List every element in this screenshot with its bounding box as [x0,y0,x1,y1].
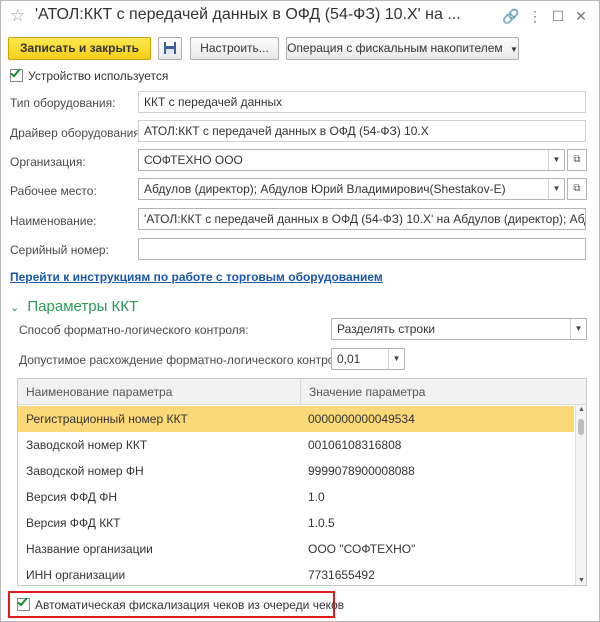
fiscal-operations-button[interactable]: Операция с фискальным накопителем ▼ [286,37,519,60]
flc-tolerance-value: 0,01 [337,352,361,366]
param-value: ООО "СОФТЕХНО" [308,542,416,556]
param-name: ИНН организации [26,568,126,582]
window-title: 'АТОЛ:ККТ с передачей данных в ОФД (54-Ф… [35,6,461,23]
organization-open-icon[interactable]: ⧉ [567,149,587,171]
organization-select[interactable]: СОФТЕХНО ООО ▼ [138,149,565,171]
table-row[interactable]: Регистрационный номер ККТ 00000000000495… [18,406,574,432]
favorite-star-icon[interactable]: ☆ [10,6,25,26]
save-button[interactable] [158,37,182,60]
device-form-window: ☆ 'АТОЛ:ККТ с передачей данных в ОФД (54… [0,0,600,622]
instructions-link[interactable]: Перейти к инструкциям по работе с торгов… [10,270,383,284]
serial-number-label: Серийный номер: [10,243,109,257]
flc-method-dropdown-arrow-icon[interactable]: ▼ [570,319,586,339]
more-menu-icon[interactable]: ⋮ [526,7,544,25]
organization-label: Организация: [10,155,86,169]
flc-method-label: Способ форматно-логического контроля: [19,323,249,337]
organization-value: СОФТЕХНО ООО [144,153,243,167]
maximize-icon[interactable]: ☐ [549,7,567,25]
scroll-up-icon[interactable]: ▲ [577,406,586,413]
table-row[interactable]: Заводской номер ККТ 00106108316808 [18,432,574,458]
device-in-use-checkbox[interactable] [10,66,23,82]
table-row[interactable]: Версия ФФД ККТ 1.0.5 [18,510,574,536]
param-name: Заводской номер ФН [26,464,144,478]
param-value: 1.0 [308,490,325,504]
equipment-type-label: Тип оборудования: [10,96,116,110]
table-header: Наименование параметра Значение параметр… [18,379,586,405]
equipment-type-field[interactable]: ККТ с передачей данных [138,91,586,113]
fiscal-operations-label: Операция с фискальным накопителем [287,41,503,55]
param-value: 7731655492 [308,568,375,582]
param-value: 0000000000049534 [308,412,415,426]
param-name: Название организации [26,542,153,556]
kkt-params-title: Параметры ККТ [27,298,139,315]
chevron-down-icon: ▼ [510,45,518,54]
table-row[interactable]: Заводской номер ФН 9999078900008088 [18,458,574,484]
auto-fiscalization-label: Автоматическая фискализация чеков из оче… [35,598,345,612]
workplace-dropdown-arrow-icon[interactable]: ▼ [548,179,564,199]
name-label: Наименование: [10,214,97,228]
save-and-close-button[interactable]: Записать и закрыть [8,37,151,60]
flc-method-value: Разделять строки [337,322,436,336]
table-row[interactable]: ИНН организации 7731655492 [18,562,574,585]
flc-method-select[interactable]: Разделять строки ▼ [331,318,587,340]
driver-label: Драйвер оборудования: [10,126,144,140]
workplace-open-icon[interactable]: ⧉ [567,178,587,200]
configure-button[interactable]: Настроить... [190,37,279,60]
chevron-collapse-icon: ⌄ [10,302,20,314]
table-row[interactable]: Название организации ООО "СОФТЕХНО" [18,536,574,562]
workplace-label: Рабочее место: [10,184,97,198]
column-header-value[interactable]: Значение параметра [300,379,586,405]
workplace-select[interactable]: Абдулов (директор); Абдулов Юрий Владими… [138,178,565,200]
param-value: 00106108316808 [308,438,402,452]
kkt-params-section[interactable]: ⌄ Параметры ККТ [10,298,138,315]
link-icon[interactable]: 🔗 [502,7,520,25]
flc-tolerance-select[interactable]: 0,01 ▼ [331,348,405,370]
scrollbar-thumb[interactable] [578,419,584,435]
param-value: 1.0.5 [308,516,335,530]
table-row[interactable]: Версия ФФД ФН 1.0 [18,484,574,510]
close-icon[interactable]: ✕ [572,7,590,25]
flc-tolerance-dropdown-arrow-icon[interactable]: ▼ [388,349,404,369]
kkt-params-table[interactable]: Наименование параметра Значение параметр… [17,378,587,586]
workplace-value: Абдулов (директор); Абдулов Юрий Владими… [144,182,506,196]
param-name: Регистрационный номер ККТ [26,412,188,426]
auto-fiscalization-checkbox[interactable] [17,595,30,611]
organization-dropdown-arrow-icon[interactable]: ▼ [548,150,564,170]
param-name: Версия ФФД ККТ [26,516,121,530]
serial-number-field[interactable] [138,238,586,260]
device-in-use-label: Устройство используется [28,69,169,83]
column-header-name[interactable]: Наименование параметра [18,379,300,405]
scroll-down-icon[interactable]: ▼ [577,577,586,584]
param-name: Версия ФФД ФН [26,490,117,504]
title-bar: ☆ 'АТОЛ:ККТ с передачей данных в ОФД (54… [1,1,599,33]
name-field[interactable]: 'АТОЛ:ККТ с передачей данных в ОФД (54-Ф… [138,208,586,230]
flc-tolerance-label: Допустимое расхождение форматно-логическ… [19,353,351,367]
driver-field[interactable]: АТОЛ:ККТ с передачей данных в ОФД (54-ФЗ… [138,120,586,142]
table-scrollbar[interactable]: ▲ ▼ [575,405,586,585]
param-value: 9999078900008088 [308,464,415,478]
floppy-disk-icon [164,42,176,54]
param-name: Заводской номер ККТ [26,438,148,452]
